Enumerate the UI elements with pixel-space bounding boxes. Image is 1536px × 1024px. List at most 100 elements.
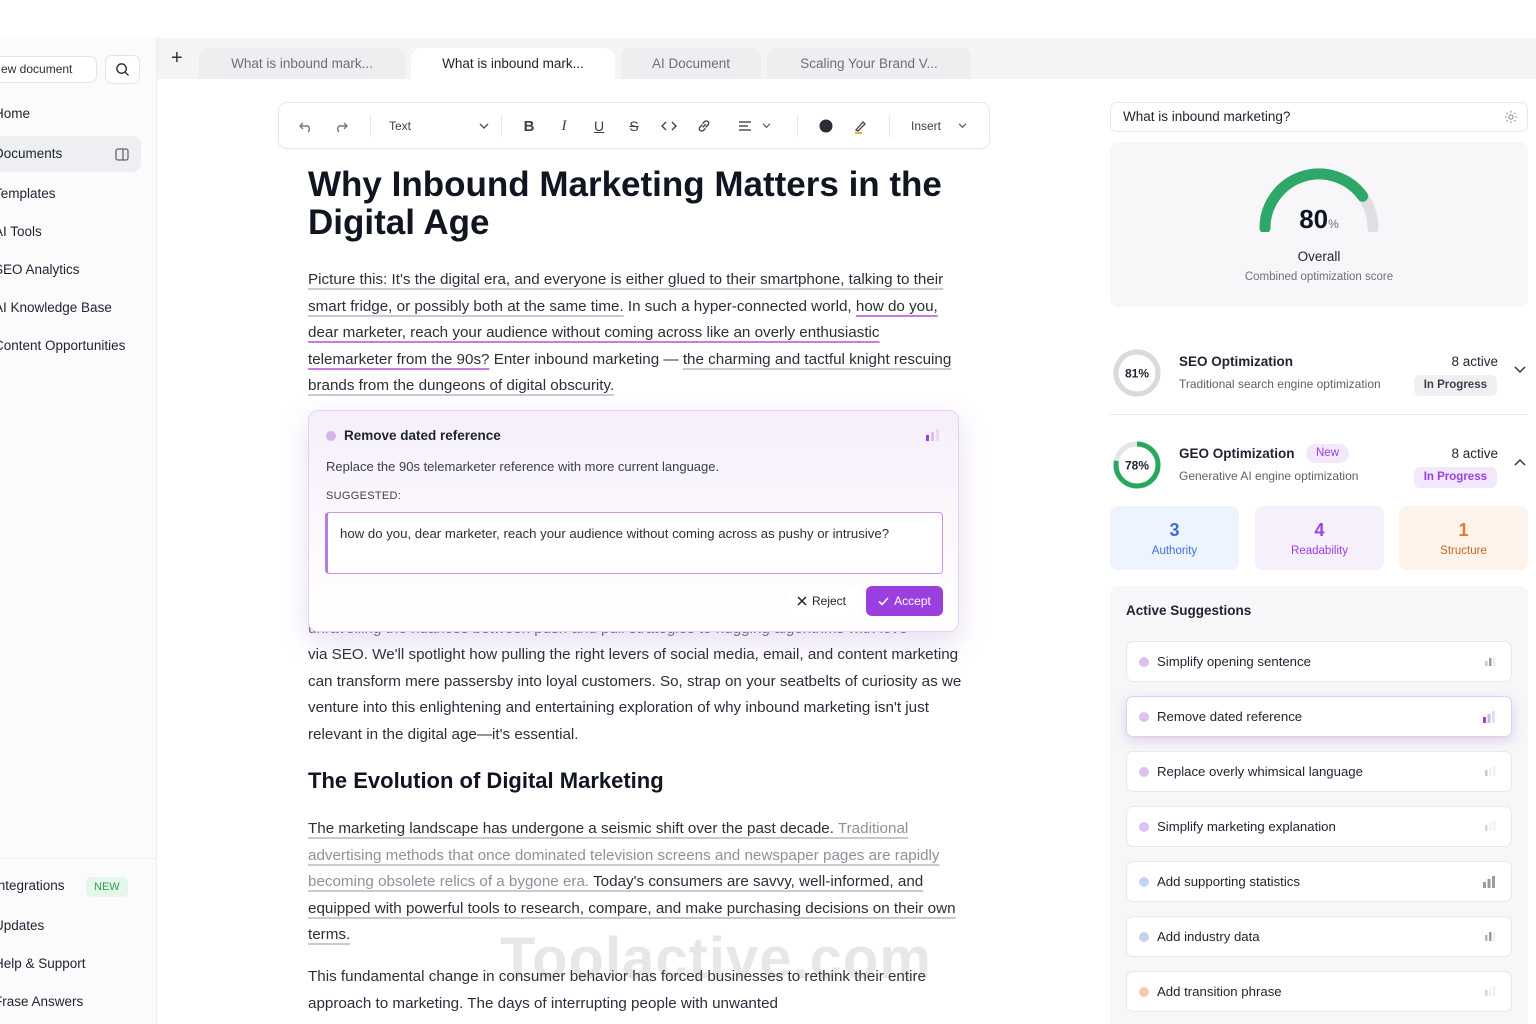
undo-icon [299, 122, 310, 133]
bold-button[interactable]: B [519, 116, 539, 136]
tab-document-2-active[interactable]: What is inbound mark... [411, 48, 615, 79]
search-button[interactable] [105, 55, 140, 84]
new-badge: NEW [86, 877, 128, 897]
sidebar-item-content-opportunities[interactable]: Content Opportunities [0, 328, 141, 364]
priority-bars-icon [926, 429, 939, 441]
italic-icon: I [561, 117, 567, 134]
divider [1110, 414, 1528, 415]
gear-icon[interactable] [1504, 110, 1518, 124]
tab-document-1[interactable]: What is inbound mark... [199, 48, 405, 79]
chevron-up-icon[interactable] [1514, 458, 1526, 466]
sidebar-item-seo-analytics[interactable]: SEO Analytics [0, 252, 141, 288]
stat-structure[interactable]: 1 Structure [1399, 506, 1528, 570]
suggestion-item[interactable]: Simplify marketing explanation [1126, 806, 1512, 847]
priority-bars-icon [1485, 766, 1496, 776]
seo-score-text: 81% [1125, 367, 1149, 381]
suggestion-item-selected[interactable]: Remove dated reference [1126, 696, 1512, 737]
active-suggestions-heading: Active Suggestions [1126, 603, 1252, 618]
sidebar: ew document Home Documents Templates AI … [0, 38, 157, 1024]
underline-button[interactable]: U [589, 116, 609, 136]
tab-bar: + What is inbound mark... What is inboun… [157, 38, 1536, 79]
panel-toggle-icon[interactable] [115, 148, 129, 161]
italic-button[interactable]: I [554, 116, 574, 136]
paragraph-body[interactable]: via SEO. We'll spotlight how pulling the… [308, 642, 968, 748]
link-button[interactable] [694, 116, 714, 136]
overall-score-value: 80% [1299, 204, 1339, 234]
suggested-label: SUGGESTED: [326, 490, 402, 502]
strikethrough-icon: S [629, 118, 639, 134]
sidebar-item-help-support[interactable]: Help & Support [0, 946, 141, 982]
geo-score-text: 78% [1125, 459, 1149, 473]
redo-button[interactable] [331, 116, 351, 136]
stat-readability[interactable]: 4 Readability [1255, 506, 1384, 570]
chevron-down-icon [479, 123, 489, 129]
sidebar-item-documents[interactable]: Documents [0, 136, 141, 172]
align-icon [738, 121, 751, 131]
geo-title: GEO Optimization [1179, 446, 1295, 461]
chevron-down-icon[interactable] [1514, 366, 1526, 374]
suggestion-popup: Remove dated reference Replace the 90s t… [308, 410, 959, 632]
suggestion-item[interactable]: Simplify opening sentence [1126, 641, 1512, 682]
suggestion-dot-icon [326, 431, 336, 441]
close-icon [797, 596, 807, 606]
text-color-button[interactable] [816, 116, 836, 136]
sidebar-item-templates[interactable]: Templates [0, 176, 141, 212]
suggestion-item[interactable]: Replace overly whimsical language [1126, 751, 1512, 792]
seo-title: SEO Optimization [1179, 354, 1294, 369]
search-icon [116, 63, 129, 76]
document-title[interactable]: Why Inbound Marketing Matters in the Dig… [308, 166, 968, 242]
highlighter-icon [854, 121, 866, 134]
suggestion-item[interactable]: Add supporting statistics [1126, 861, 1512, 902]
priority-bars-icon [1483, 711, 1495, 723]
overall-label: Overall [1297, 249, 1341, 264]
sidebar-item-ai-knowledge-base[interactable]: AI Knowledge Base [0, 290, 141, 326]
code-button[interactable] [659, 116, 679, 136]
new-document-button[interactable]: ew document [0, 56, 97, 83]
watermark: Toolactive.com [500, 926, 932, 991]
geo-score-ring: 78% [1113, 441, 1161, 489]
priority-bars-icon [1485, 931, 1496, 941]
accept-button[interactable]: Accept [866, 586, 943, 616]
section-heading[interactable]: The Evolution of Digital Marketing [308, 768, 664, 794]
strikethrough-button[interactable]: S [624, 116, 644, 136]
redo-icon [337, 122, 348, 133]
chevron-down-icon [762, 123, 770, 129]
paragraph-intro[interactable]: Picture this: It's the digital era, and … [308, 267, 968, 400]
seo-optimization-row[interactable]: 81% SEO Optimization Traditional search … [1110, 348, 1528, 430]
tab-scaling-brand[interactable]: Scaling Your Brand V... [767, 48, 971, 79]
sidebar-item-integrations[interactable]: Integrations NEW [0, 868, 141, 904]
tab-ai-document[interactable]: AI Document [621, 48, 761, 79]
chevron-down-icon [958, 123, 967, 129]
priority-bars-icon [1483, 876, 1495, 888]
suggestion-item[interactable]: Add industry data [1126, 916, 1512, 957]
geo-description: Generative AI engine optimization [1179, 469, 1359, 483]
sidebar-item-updates[interactable]: Updates [0, 908, 141, 944]
undo-button[interactable] [296, 116, 316, 136]
stat-authority[interactable]: 3 Authority [1110, 506, 1239, 570]
text-style-select[interactable]: Text [389, 116, 489, 136]
highlighted-sentence[interactable]: The marketing landscape has undergone a … [308, 820, 834, 837]
editor-toolbar: Text B I U S Insert [278, 102, 990, 149]
add-tab-button[interactable]: + [171, 48, 183, 68]
priority-bars-icon [1485, 656, 1496, 666]
insert-menu[interactable]: Insert [911, 116, 967, 136]
reject-button[interactable]: Reject [786, 586, 857, 616]
priority-bars-icon [1485, 986, 1496, 996]
popup-description: Replace the 90s telemarketer reference w… [326, 459, 720, 474]
check-icon [878, 596, 889, 606]
new-tag: New [1306, 444, 1350, 463]
sidebar-item-ai-tools[interactable]: AI Tools [0, 214, 141, 250]
highlight-button[interactable] [851, 116, 871, 136]
sidebar-item-home[interactable]: Home [0, 96, 141, 132]
geo-active-count: 8 active [1451, 446, 1498, 461]
suggested-text-box[interactable]: how do you, dear marketer, reach your au… [325, 512, 943, 574]
code-icon [661, 121, 677, 131]
sidebar-item-frase-answers[interactable]: Frase Answers [0, 984, 141, 1020]
suggestion-item[interactable]: Add transition phrase [1126, 971, 1512, 1012]
color-dot-icon [819, 119, 833, 133]
underline-icon: U [593, 118, 605, 134]
align-select[interactable] [734, 116, 774, 136]
sidebar-divider [0, 858, 157, 859]
target-keyword-input[interactable]: What is inbound marketing? [1110, 102, 1528, 132]
geo-status-badge: In Progress [1413, 467, 1497, 488]
